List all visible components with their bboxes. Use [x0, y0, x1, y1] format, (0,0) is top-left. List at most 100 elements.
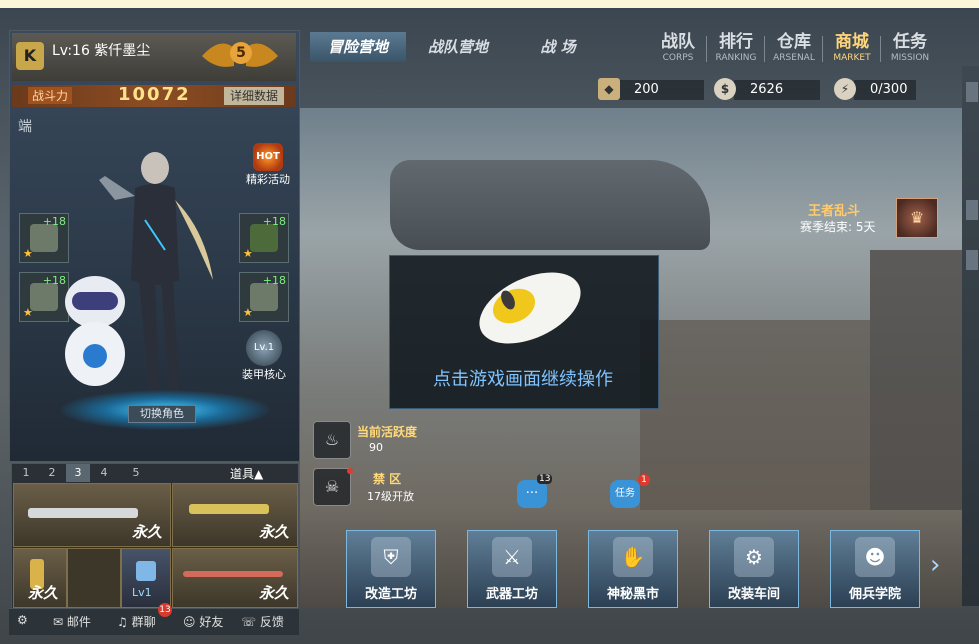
forbidden-zone-title: 禁 区: [373, 472, 402, 486]
friends-button[interactable]: ☺ 好友: [183, 613, 223, 630]
forbidden-zone[interactable]: ☠ 禁 区 17级开放: [313, 468, 433, 506]
menu-arsenal[interactable]: 仓库 ARSENAL: [764, 32, 824, 66]
weapon-slot-5[interactable]: 永久: [172, 548, 298, 608]
armor-core-button[interactable]: Lv.1 装甲核心: [237, 330, 291, 382]
menu-market[interactable]: 商城 MARKET: [822, 32, 882, 66]
blade-icon: [183, 571, 283, 577]
group-icon: ♫: [117, 615, 128, 629]
king-fight-event[interactable]: 王者乱斗 赛季结束: 5天 ♛: [800, 198, 940, 238]
settings-icon[interactable]: ⚙: [17, 613, 28, 627]
mail-button[interactable]: ✉ 邮件: [53, 613, 91, 630]
gun-icon: [189, 504, 269, 514]
mail-label: 邮件: [66, 615, 91, 629]
crystal-value: 200: [634, 82, 659, 97]
weapon-tab[interactable]: 5: [124, 464, 148, 482]
equipment-slot-boots[interactable]: +18 ★: [239, 272, 289, 322]
tab-battlefield[interactable]: 战 场: [510, 32, 606, 62]
menu-ranking-cn: 排行: [719, 32, 753, 52]
rifle-icon: [28, 508, 138, 518]
weapon-slot-2[interactable]: 永久: [172, 483, 298, 547]
weapon-duration: 永久: [131, 523, 162, 541]
garage-button[interactable]: ⚙ 改装车间: [709, 530, 799, 608]
star-icon: ★: [23, 306, 33, 319]
top-strip: [0, 0, 979, 8]
gun-icon: ⚔: [492, 537, 532, 577]
power-label: 战斗力: [28, 87, 73, 104]
weapon-workshop-button[interactable]: ⚔ 武器工坊: [467, 530, 557, 608]
rank-badge[interactable]: 5: [200, 36, 280, 80]
friends-icon: ☺: [183, 615, 196, 629]
weapon-tab-active[interactable]: 3: [66, 464, 90, 482]
menu-ranking[interactable]: 排行 RANKING: [706, 32, 766, 66]
equipment-slot-body[interactable]: +18 ★: [19, 213, 69, 263]
function-label: 改装车间: [727, 587, 780, 602]
task-badge: 1: [638, 474, 650, 486]
menu-mission-en: MISSION: [890, 53, 930, 63]
menu-corps[interactable]: 战队 CORPS: [648, 32, 708, 66]
weapon-slot-1[interactable]: 永久: [13, 483, 171, 547]
power-value: 10072: [118, 84, 191, 105]
tab-team-camp[interactable]: 战队营地: [410, 32, 506, 62]
hot-activity-label: 精彩活动: [246, 173, 290, 186]
mercenary-academy-button[interactable]: ☻ 佣兵学院: [830, 530, 920, 608]
chat-icon: ···: [517, 480, 547, 508]
menu-market-en: MARKET: [833, 53, 871, 63]
robot-pet[interactable]: [50, 272, 140, 392]
weapon-tabs: 1 2 3 4 5: [12, 464, 172, 482]
weapon-slot-4[interactable]: Lv1: [121, 548, 171, 608]
goggles-icon: [250, 224, 278, 252]
coin-resource[interactable]: $ 2626: [714, 78, 824, 102]
slot-plus: +18: [262, 215, 286, 228]
flame-icon: ♨: [313, 421, 351, 459]
switch-role-button[interactable]: 切换角色: [128, 405, 196, 423]
star-icon: ★: [23, 247, 33, 260]
mail-icon: ✉: [53, 615, 64, 629]
weapon-slot-empty[interactable]: [67, 548, 121, 608]
handshake-icon: ✋: [613, 537, 653, 577]
weapon-tab[interactable]: 2: [40, 464, 64, 482]
phone-icon: ☏: [241, 615, 257, 629]
menu-market-cn: 商城: [835, 32, 869, 52]
group-chat-button[interactable]: ♫ 群聊: [117, 613, 156, 630]
player-level-name: Lv:16 紫仟墨尘: [52, 43, 151, 59]
mode-tabs: 冒险营地 战队营地 战 场: [310, 32, 610, 62]
current-activity-value: 90: [369, 441, 383, 454]
right-edge-panel: [962, 66, 979, 606]
current-activity[interactable]: ♨ 当前活跃度 90: [313, 421, 433, 459]
crystal-bar: [618, 80, 704, 100]
next-arrow-icon[interactable]: ›: [930, 550, 950, 580]
edge-button[interactable]: [966, 250, 978, 270]
weapon-tab[interactable]: 1: [14, 464, 38, 482]
weapon-slot-3[interactable]: 永久: [13, 548, 67, 608]
continue-text: 点击游戏画面继续操作: [433, 369, 613, 390]
slot-plus: +18: [262, 274, 286, 287]
hot-activity-button[interactable]: HOT 精彩活动: [244, 143, 292, 191]
energy-resource[interactable]: ⚡ 0/300: [834, 78, 920, 102]
function-label: 武器工坊: [485, 587, 538, 602]
airship-art: [390, 160, 710, 250]
black-market-button[interactable]: ✋ 神秘黑市: [588, 530, 678, 608]
client-tag: 端: [18, 119, 32, 135]
armor-core-label: 装甲核心: [242, 368, 286, 381]
equipment-slot-goggles[interactable]: +18 ★: [239, 213, 289, 263]
items-button[interactable]: 道具▲: [230, 465, 263, 482]
armor-icon: [30, 224, 58, 252]
notify-dot: [347, 468, 353, 474]
detail-data-button[interactable]: 详细数据: [224, 87, 284, 105]
gear-wrench-icon: ⚙: [734, 537, 774, 577]
chat-bubble[interactable]: ··· 13: [517, 474, 553, 510]
menu-mission[interactable]: 任务 MISSION: [880, 32, 940, 66]
star-icon: ★: [243, 306, 253, 319]
slot-plus: +18: [42, 215, 66, 228]
weapon-tab[interactable]: 4: [92, 464, 116, 482]
edge-button[interactable]: [966, 82, 978, 102]
edge-button[interactable]: [966, 200, 978, 220]
skull-icon: ☠: [313, 468, 351, 506]
crystal-resource[interactable]: ◆ 200: [598, 78, 708, 102]
tab-adventure-camp[interactable]: 冒险营地: [310, 32, 406, 62]
feedback-label: 反馈: [259, 615, 284, 629]
feedback-button[interactable]: ☏ 反馈: [241, 613, 284, 630]
modify-workshop-button[interactable]: ⛨ 改造工坊: [346, 530, 436, 608]
task-bubble[interactable]: 任务: [610, 480, 644, 510]
boots-icon: [250, 283, 278, 311]
